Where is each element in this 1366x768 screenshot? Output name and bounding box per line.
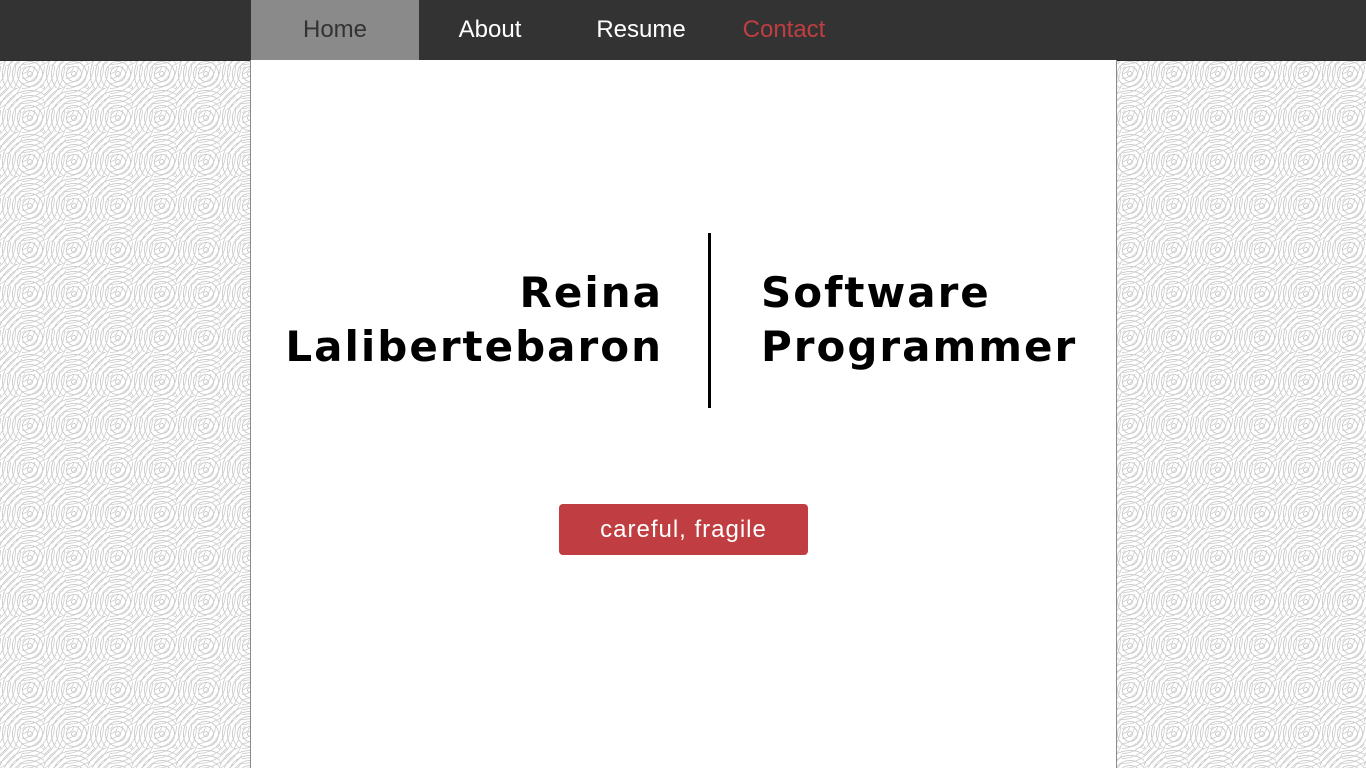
content-panel: Reina Lalibertebaron Software Programmer… [250, 60, 1117, 768]
job-title-line-2: Programmer [761, 322, 1078, 371]
first-name: Reina [519, 268, 663, 317]
last-name: Lalibertebaron [285, 322, 663, 371]
job-title-line-1: Software [761, 268, 991, 317]
person-name: Reina Lalibertebaron [285, 266, 663, 374]
top-navigation-bar: Home About Resume Contact [0, 0, 1366, 61]
nav-home[interactable]: Home [251, 0, 419, 60]
nav-about[interactable]: About [419, 0, 561, 60]
job-title: Software Programmer [761, 266, 1077, 374]
vertical-divider [708, 233, 711, 408]
nav-resume[interactable]: Resume [561, 0, 721, 60]
main-nav: Home About Resume Contact [251, 0, 847, 60]
careful-fragile-button[interactable]: careful, fragile [559, 504, 808, 555]
nav-contact[interactable]: Contact [721, 0, 847, 60]
